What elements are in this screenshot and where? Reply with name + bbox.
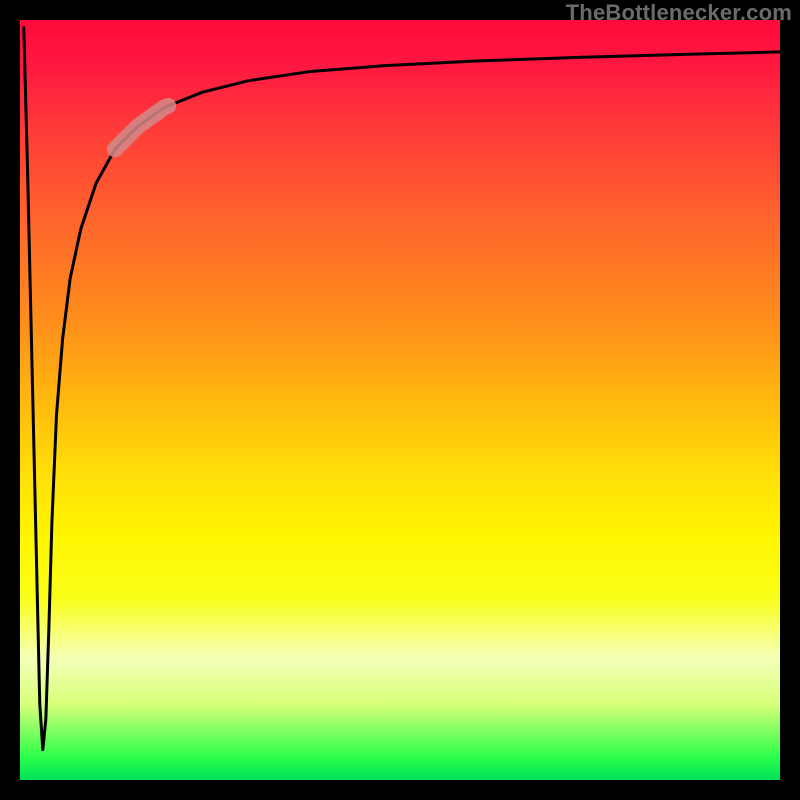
- watermark-text: TheBottlenecker.com: [566, 0, 792, 26]
- chart-stage: TheBottlenecker.com: [0, 0, 800, 800]
- plot-area: [20, 20, 780, 780]
